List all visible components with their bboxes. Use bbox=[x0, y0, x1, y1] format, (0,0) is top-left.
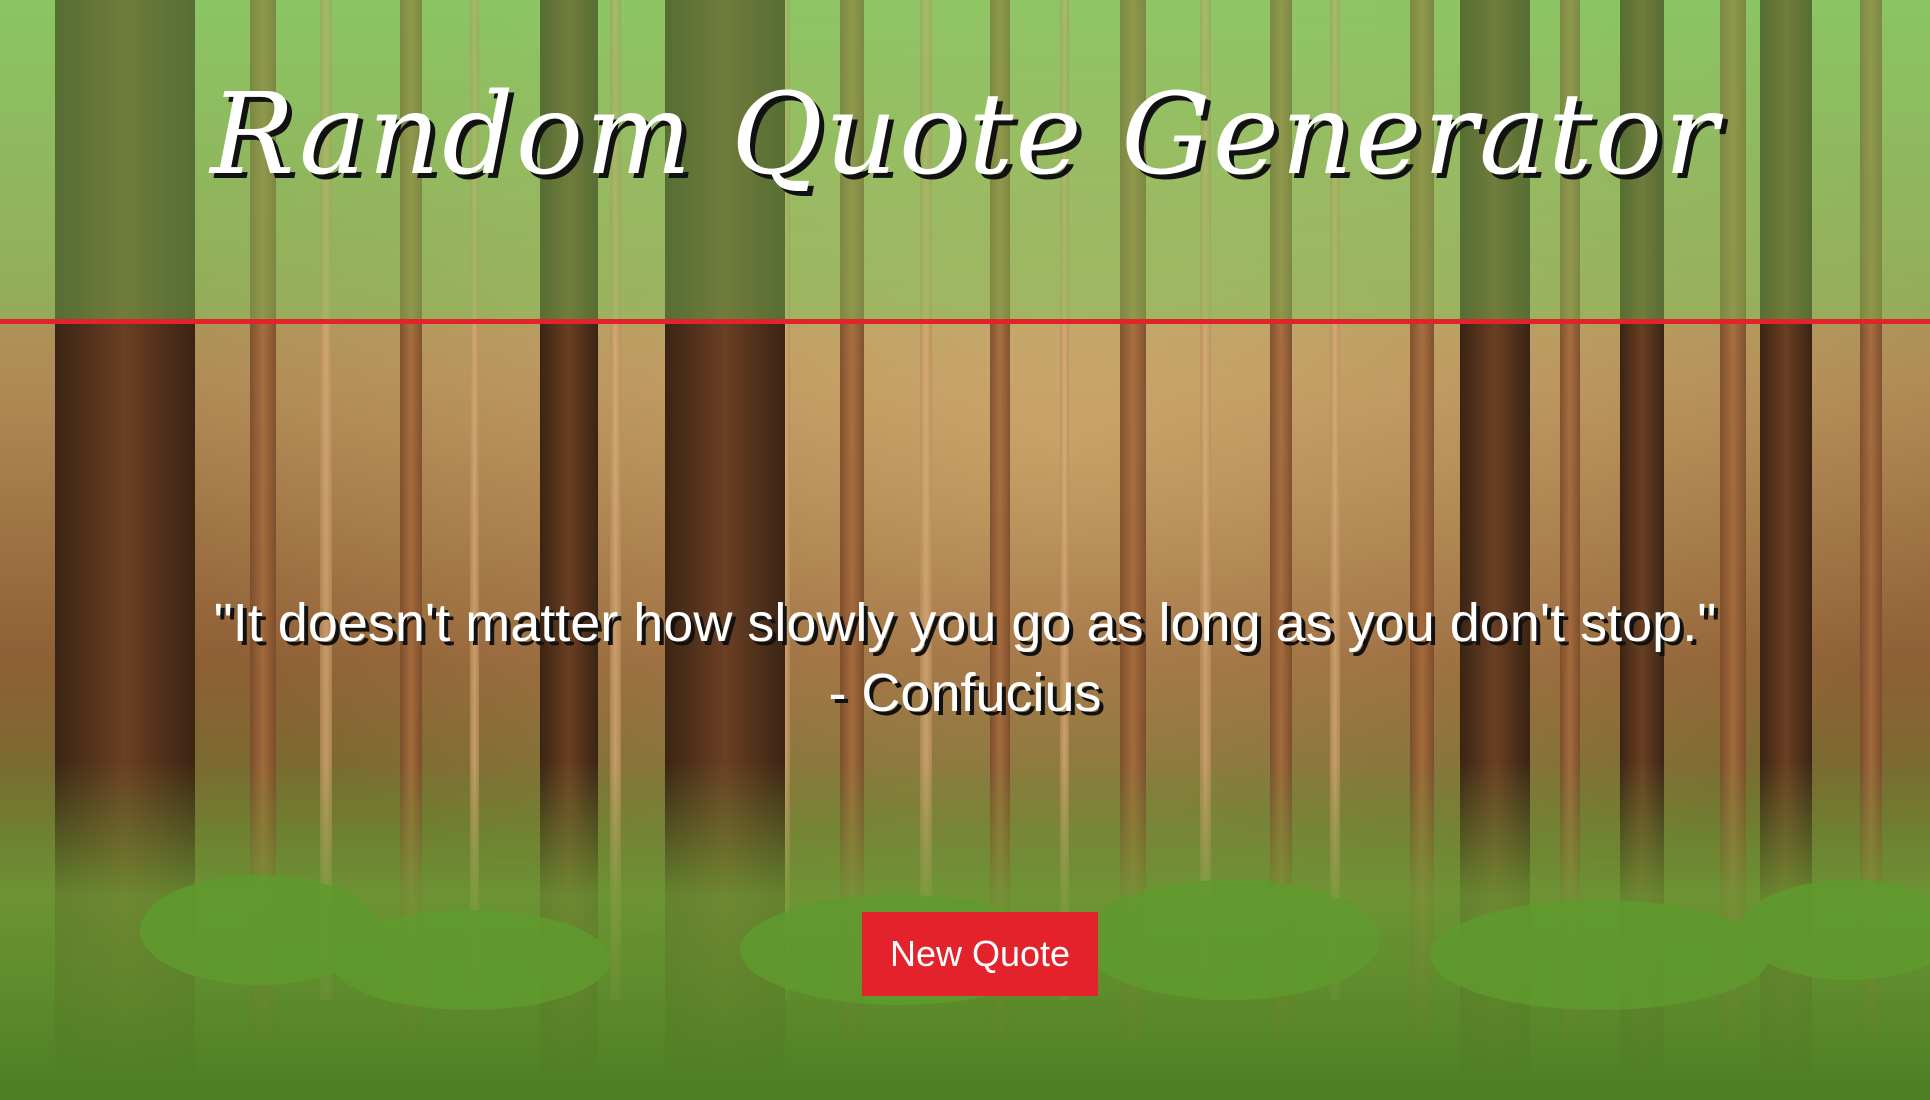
page-title: Random Quote Generator bbox=[210, 70, 1720, 200]
quote-text: "It doesn't matter how slowly you go as … bbox=[213, 593, 1717, 723]
new-quote-button[interactable]: New Quote bbox=[862, 912, 1098, 996]
